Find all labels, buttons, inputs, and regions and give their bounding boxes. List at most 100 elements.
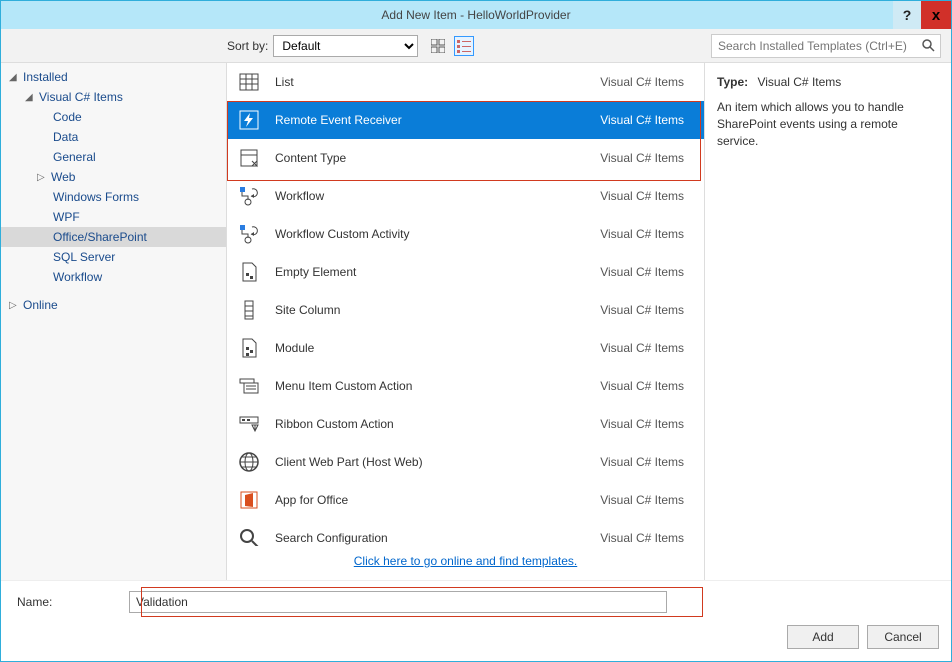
template-item-label: Content Type <box>275 151 600 165</box>
template-item[interactable]: Content TypeVisual C# Items <box>227 139 704 177</box>
search-icon <box>237 526 261 546</box>
template-item-label: Site Column <box>275 303 600 317</box>
template-item-category: Visual C# Items <box>600 455 684 469</box>
module-icon <box>237 336 261 360</box>
workflow-icon <box>237 184 261 208</box>
collapse-icon: ◢ <box>25 92 35 103</box>
description-pane: Type: Visual C# Items An item which allo… <box>705 63 951 580</box>
tree-leaf-label: Code <box>53 110 82 124</box>
name-input[interactable] <box>129 591 667 613</box>
cancel-button[interactable]: Cancel <box>867 625 939 649</box>
close-button[interactable]: x <box>921 1 951 29</box>
help-button[interactable]: ? <box>893 1 921 29</box>
template-item-category: Visual C# Items <box>600 493 684 507</box>
search-wrap <box>711 34 941 58</box>
list-icon <box>457 39 471 53</box>
body: ◢ Installed ◢ Visual C# Items Code Data Ge… <box>1 63 951 580</box>
tree-leaf-label: Data <box>53 130 78 144</box>
template-item-category: Visual C# Items <box>600 189 684 203</box>
dialog-window: Add New Item - HelloWorldProvider ? x So… <box>0 0 952 662</box>
template-item[interactable]: Workflow Custom ActivityVisual C# Items <box>227 215 704 253</box>
tree-leaf-workflow[interactable]: Workflow <box>1 267 226 287</box>
tree-leaf-windows-forms[interactable]: Windows Forms <box>1 187 226 207</box>
window-title: Add New Item - HelloWorldProvider <box>381 8 570 22</box>
template-item[interactable]: Remote Event ReceiverVisual C# Items <box>227 101 704 139</box>
name-label: Name: <box>13 595 129 609</box>
tree-online[interactable]: ▷ Online <box>1 295 226 315</box>
search-icon <box>921 38 935 52</box>
tree-installed[interactable]: ◢ Installed <box>1 67 226 87</box>
template-item-category: Visual C# Items <box>600 151 684 165</box>
menu-icon <box>237 374 261 398</box>
tree-leaf-general[interactable]: General <box>1 147 226 167</box>
template-item[interactable]: App for OfficeVisual C# Items <box>227 481 704 519</box>
tree-leaf-web[interactable]: ▷ Web <box>1 167 226 187</box>
expand-icon: ▷ <box>37 172 47 183</box>
column-icon <box>237 298 261 322</box>
search-input[interactable] <box>711 34 941 58</box>
template-item-label: Menu Item Custom Action <box>275 379 600 393</box>
collapse-icon: ◢ <box>9 72 19 83</box>
grid-view-button[interactable] <box>428 36 448 56</box>
template-item[interactable]: ModuleVisual C# Items <box>227 329 704 367</box>
template-item-label: Remote Event Receiver <box>275 113 600 127</box>
tree-leaf-label: SQL Server <box>53 250 115 264</box>
template-item-label: Workflow <box>275 189 600 203</box>
type-label: Type: <box>717 75 748 89</box>
template-item-category: Visual C# Items <box>600 341 684 355</box>
template-item[interactable]: WorkflowVisual C# Items <box>227 177 704 215</box>
template-item[interactable]: Empty ElementVisual C# Items <box>227 253 704 291</box>
template-item-label: Ribbon Custom Action <box>275 417 600 431</box>
template-item[interactable]: Client Web Part (Host Web)Visual C# Item… <box>227 443 704 481</box>
grid-icon <box>431 39 445 53</box>
template-item-label: App for Office <box>275 493 600 507</box>
tree-leaf-label: Web <box>51 170 75 184</box>
type-value: Visual C# Items <box>757 75 841 89</box>
template-item-category: Visual C# Items <box>600 227 684 241</box>
content-icon <box>237 146 261 170</box>
template-item-category: Visual C# Items <box>600 417 684 431</box>
workflow-icon <box>237 222 261 246</box>
add-button[interactable]: Add <box>787 625 859 649</box>
tree-leaf-office-sharepoint[interactable]: Office/SharePoint <box>1 227 226 247</box>
tree-leaf-data[interactable]: Data <box>1 127 226 147</box>
template-item-label: Module <box>275 341 600 355</box>
category-tree[interactable]: ◢ Installed ◢ Visual C# Items Code Data Ge… <box>1 63 227 580</box>
template-item-category: Visual C# Items <box>600 303 684 317</box>
ribbon-icon <box>237 412 261 436</box>
list-view-button[interactable] <box>454 36 474 56</box>
template-item-category: Visual C# Items <box>600 75 684 89</box>
tree-leaf-label: Workflow <box>53 270 102 284</box>
template-item[interactable]: Ribbon Custom ActionVisual C# Items <box>227 405 704 443</box>
tree-leaf-code[interactable]: Code <box>1 107 226 127</box>
expand-icon: ▷ <box>9 300 19 311</box>
empty-icon <box>237 260 261 284</box>
tree-leaf-label: General <box>53 150 96 164</box>
tree-csharp-items[interactable]: ◢ Visual C# Items <box>1 87 226 107</box>
template-list[interactable]: ListVisual C# ItemsRemote Event Receiver… <box>227 63 704 546</box>
online-templates-link-row: Click here to go online and find templat… <box>227 546 704 580</box>
template-item[interactable]: ListVisual C# Items <box>227 63 704 101</box>
titlebar: Add New Item - HelloWorldProvider ? x <box>1 1 951 29</box>
sort-by-select[interactable]: Default <box>273 35 418 57</box>
tree-leaf-sql-server[interactable]: SQL Server <box>1 247 226 267</box>
globe-icon <box>237 450 261 474</box>
template-item-label: Workflow Custom Activity <box>275 227 600 241</box>
template-item-category: Visual C# Items <box>600 113 684 127</box>
bolt-icon <box>237 108 261 132</box>
template-list-pane: ListVisual C# ItemsRemote Event Receiver… <box>227 63 705 580</box>
sort-by-label: Sort by: <box>227 39 268 53</box>
template-item[interactable]: Search ConfigurationVisual C# Items <box>227 519 704 546</box>
online-templates-link[interactable]: Click here to go online and find templat… <box>354 554 577 568</box>
template-item[interactable]: Menu Item Custom ActionVisual C# Items <box>227 367 704 405</box>
tree-leaf-label: Office/SharePoint <box>53 230 147 244</box>
tree-leaf-wpf[interactable]: WPF <box>1 207 226 227</box>
description-text: An item which allows you to handle Share… <box>717 99 939 149</box>
template-item[interactable]: Site ColumnVisual C# Items <box>227 291 704 329</box>
tree-leaf-label: WPF <box>53 210 80 224</box>
office-icon <box>237 488 261 512</box>
name-row: Name: <box>13 591 939 613</box>
template-item-label: List <box>275 75 600 89</box>
bottom-panel: Name: Add Cancel <box>1 580 951 661</box>
view-buttons <box>428 36 474 56</box>
